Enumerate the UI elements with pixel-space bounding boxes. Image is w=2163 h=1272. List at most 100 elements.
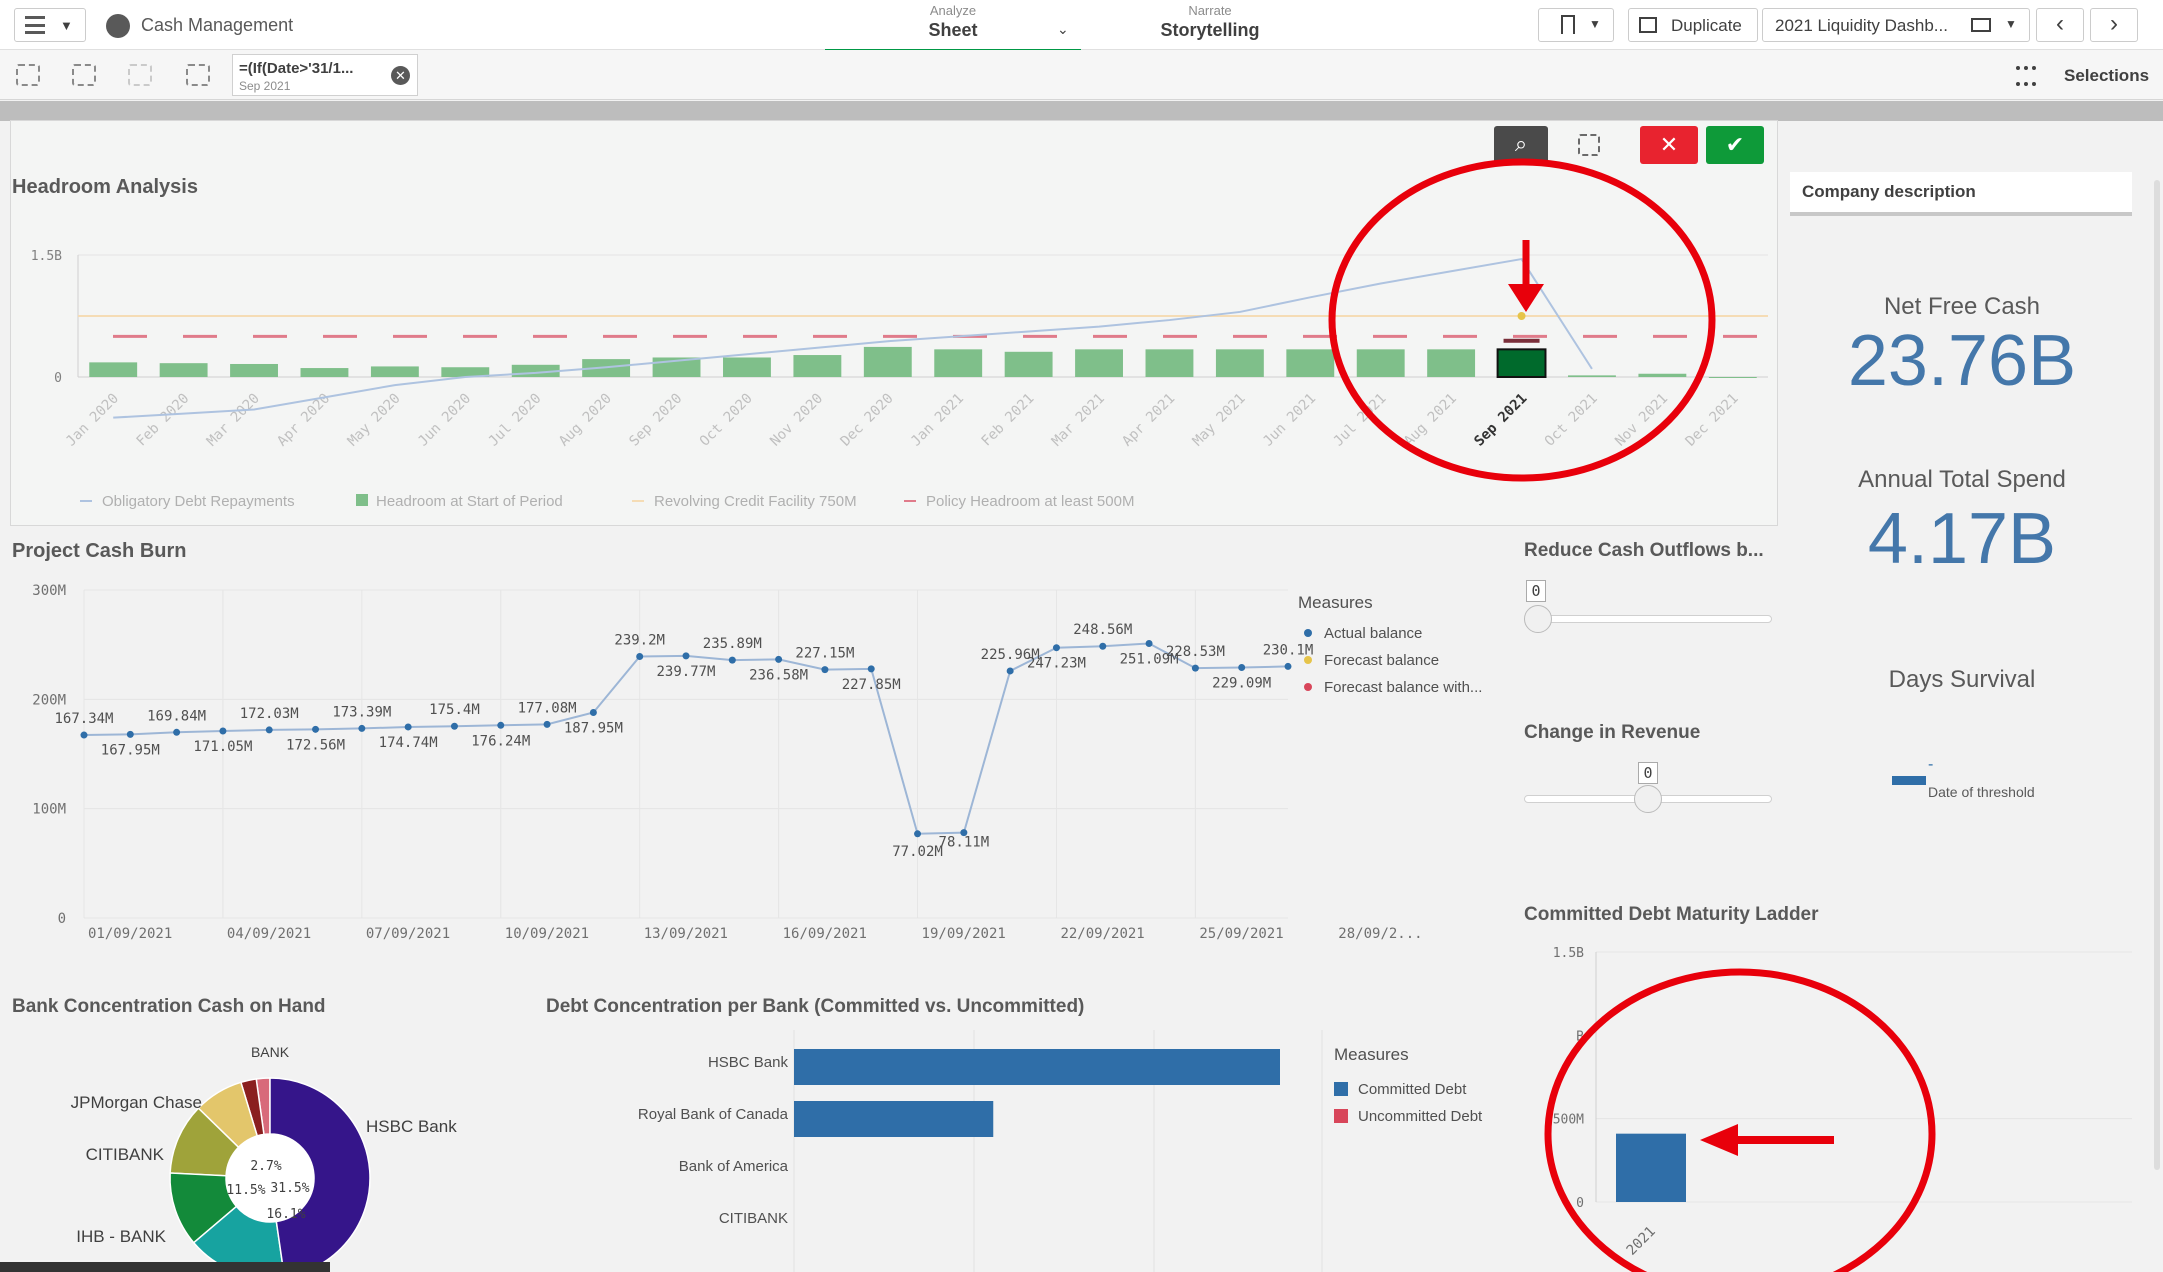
category-label: Royal Bank of Canada bbox=[638, 1106, 789, 1123]
data-label: 167.95M bbox=[101, 742, 160, 758]
step-forward-icon[interactable] bbox=[128, 64, 152, 86]
x-tick-label: 10/09/2021 bbox=[505, 926, 589, 942]
legend-entry: Revolving Credit Facility 750M bbox=[654, 493, 857, 510]
duplicate-icon bbox=[1639, 17, 1657, 33]
cash-burn-chart[interactable]: 0 100M 200M 300M 01/09/2021 04/09/2021 07/09/2… bbox=[0, 570, 1510, 960]
remove-selection-icon[interactable]: ✕ bbox=[391, 66, 410, 85]
confirm-selection-button[interactable]: ✔ bbox=[1706, 126, 1764, 164]
data-point bbox=[265, 726, 273, 734]
bank-concentration-chart[interactable]: 2.7% 11.5% 31.5% 16.1% BANK JPMorgan Chase CIT… bbox=[0, 1030, 520, 1272]
x-tick-label: 07/09/2021 bbox=[366, 926, 450, 942]
legend-swatch bbox=[1334, 1082, 1348, 1096]
legend-entry: Headroom at Start of Period bbox=[376, 493, 563, 510]
legend-swatch bbox=[356, 494, 368, 506]
x-tick-label: Apr 2021 bbox=[1119, 391, 1178, 450]
x-tick-label: Oct 2021 bbox=[1542, 391, 1601, 450]
x-tick-label: May 2020 bbox=[345, 391, 404, 450]
maturity-ladder-chart[interactable]: 0 500M 1.5B B 2021 bbox=[1520, 932, 2160, 1272]
data-point bbox=[821, 666, 829, 674]
selections-label[interactable]: Selections bbox=[2064, 66, 2149, 86]
legend-swatch bbox=[1334, 1109, 1348, 1123]
tab-narrate-label: Narrate bbox=[1188, 3, 1232, 18]
data-label: 78.11M bbox=[939, 835, 990, 851]
bar bbox=[793, 355, 842, 377]
lasso-button[interactable]: ⌕ bbox=[1494, 126, 1548, 164]
bar bbox=[1427, 349, 1476, 377]
category-label: JPMorgan Chase bbox=[71, 1093, 202, 1112]
selections-tool-icon[interactable] bbox=[2016, 66, 2036, 86]
data-point bbox=[358, 724, 366, 732]
selection-chip[interactable]: =(If(Date>'31/1... Sep 2021 ✕ bbox=[232, 54, 418, 96]
x-tick-label: Jun 2021 bbox=[1260, 391, 1319, 450]
bar bbox=[1496, 348, 1547, 378]
x-tick-label: Feb 2021 bbox=[978, 391, 1037, 450]
reduce-outflows-label: Reduce Cash Outflows b... bbox=[1524, 540, 1764, 561]
slice-label: 31.5% bbox=[270, 1181, 309, 1196]
maturity-ladder-title: Committed Debt Maturity Ladder bbox=[1524, 904, 1819, 925]
company-description-label: Company description bbox=[1802, 182, 1976, 201]
clear-selections-icon[interactable] bbox=[186, 64, 210, 86]
bar bbox=[1638, 373, 1687, 377]
reduce-outflows-value: 0 bbox=[1526, 580, 1546, 602]
days-survival-label: Days Survival bbox=[1888, 666, 2036, 693]
legend-entry: Obligatory Debt Repayments bbox=[102, 493, 295, 510]
threshold-legend-swatch bbox=[1892, 776, 1926, 785]
headroom-series-line bbox=[113, 257, 1593, 419]
threshold-label: Date of threshold bbox=[1928, 784, 2035, 800]
chevron-down-icon: ▼ bbox=[60, 18, 73, 33]
data-label: 235.89M bbox=[703, 636, 762, 652]
sheet-selector[interactable]: 2021 Liquidity Dashb... ▼ bbox=[1762, 8, 2030, 42]
headroom-chart[interactable]: 01.5BJan 2020 Feb 2020 Mar 2020 Apr 2020 May… bbox=[10, 240, 1778, 526]
sheet-icon bbox=[1971, 18, 1991, 32]
selection-value: Sep 2021 bbox=[239, 79, 291, 93]
threshold-dash: - bbox=[1928, 756, 1934, 773]
bar bbox=[1286, 349, 1335, 377]
tab-narrate[interactable]: Narrate Storytelling bbox=[1110, 3, 1310, 53]
data-point bbox=[1006, 667, 1014, 675]
x-tick-label: Jan 2020 bbox=[63, 391, 122, 450]
company-description-box[interactable]: Company description bbox=[1790, 172, 2132, 216]
data-point bbox=[173, 728, 181, 736]
previous-sheet-button[interactable]: ‹ bbox=[2036, 8, 2084, 42]
x-tick-label: 13/09/2021 bbox=[644, 926, 728, 942]
y-tick-label: 500M bbox=[1553, 1113, 1584, 1128]
tab-analyze[interactable]: Analyze Sheet ⌄ bbox=[825, 3, 1081, 53]
scrollbar[interactable] bbox=[2154, 180, 2160, 1170]
change-revenue-value: 0 bbox=[1638, 762, 1658, 784]
slice-label: 11.5% bbox=[226, 1183, 265, 1198]
x-tick-label: Jul 2020 bbox=[486, 391, 545, 450]
duplicate-button[interactable]: Duplicate bbox=[1628, 8, 1758, 42]
x-tick-label: Aug 2021 bbox=[1401, 391, 1460, 450]
x-tick-label: Aug 2020 bbox=[556, 391, 615, 450]
cancel-selection-button[interactable]: ✕ bbox=[1640, 126, 1698, 164]
smart-search-icon[interactable] bbox=[16, 64, 40, 86]
reduce-outflows-track bbox=[1524, 615, 1772, 623]
chevron-right-icon: › bbox=[2110, 10, 2118, 37]
global-menu-button[interactable]: ▼ bbox=[14, 8, 86, 42]
x-tick-label: Sep 2021 bbox=[1471, 391, 1530, 450]
x-tick-label: Nov 2020 bbox=[767, 391, 826, 450]
bookmark-button[interactable]: ▼ bbox=[1538, 8, 1614, 42]
change-revenue-slider-handle[interactable] bbox=[1634, 785, 1662, 813]
legend-entry: Uncommitted Debt bbox=[1358, 1108, 1483, 1125]
data-point bbox=[312, 725, 320, 733]
data-label: 248.56M bbox=[1073, 622, 1132, 638]
bar bbox=[1145, 349, 1194, 377]
step-back-icon[interactable] bbox=[72, 64, 96, 86]
data-label: 172.03M bbox=[240, 706, 299, 722]
x-tick-label: Jun 2020 bbox=[415, 391, 474, 450]
chevron-down-icon: ▼ bbox=[2005, 17, 2017, 31]
data-point bbox=[867, 665, 875, 673]
selection-menu-button[interactable] bbox=[1578, 134, 1600, 156]
y-tick-label: B bbox=[1576, 1029, 1584, 1044]
x-tick-label: Oct 2020 bbox=[697, 391, 756, 450]
debt-concentration-chart[interactable]: HSBC Bank Royal Bank of Canada Bank of Ame… bbox=[540, 1030, 1510, 1272]
reduce-outflows-slider-handle[interactable] bbox=[1524, 605, 1552, 633]
data-point bbox=[80, 731, 88, 739]
y-tick-label: 1.5B bbox=[1553, 946, 1584, 961]
bar bbox=[89, 362, 138, 377]
selected-point bbox=[1517, 312, 1526, 320]
bar bbox=[300, 368, 349, 377]
selection-expression: =(If(Date>'31/1... bbox=[239, 60, 354, 77]
next-sheet-button[interactable]: › bbox=[2090, 8, 2138, 42]
